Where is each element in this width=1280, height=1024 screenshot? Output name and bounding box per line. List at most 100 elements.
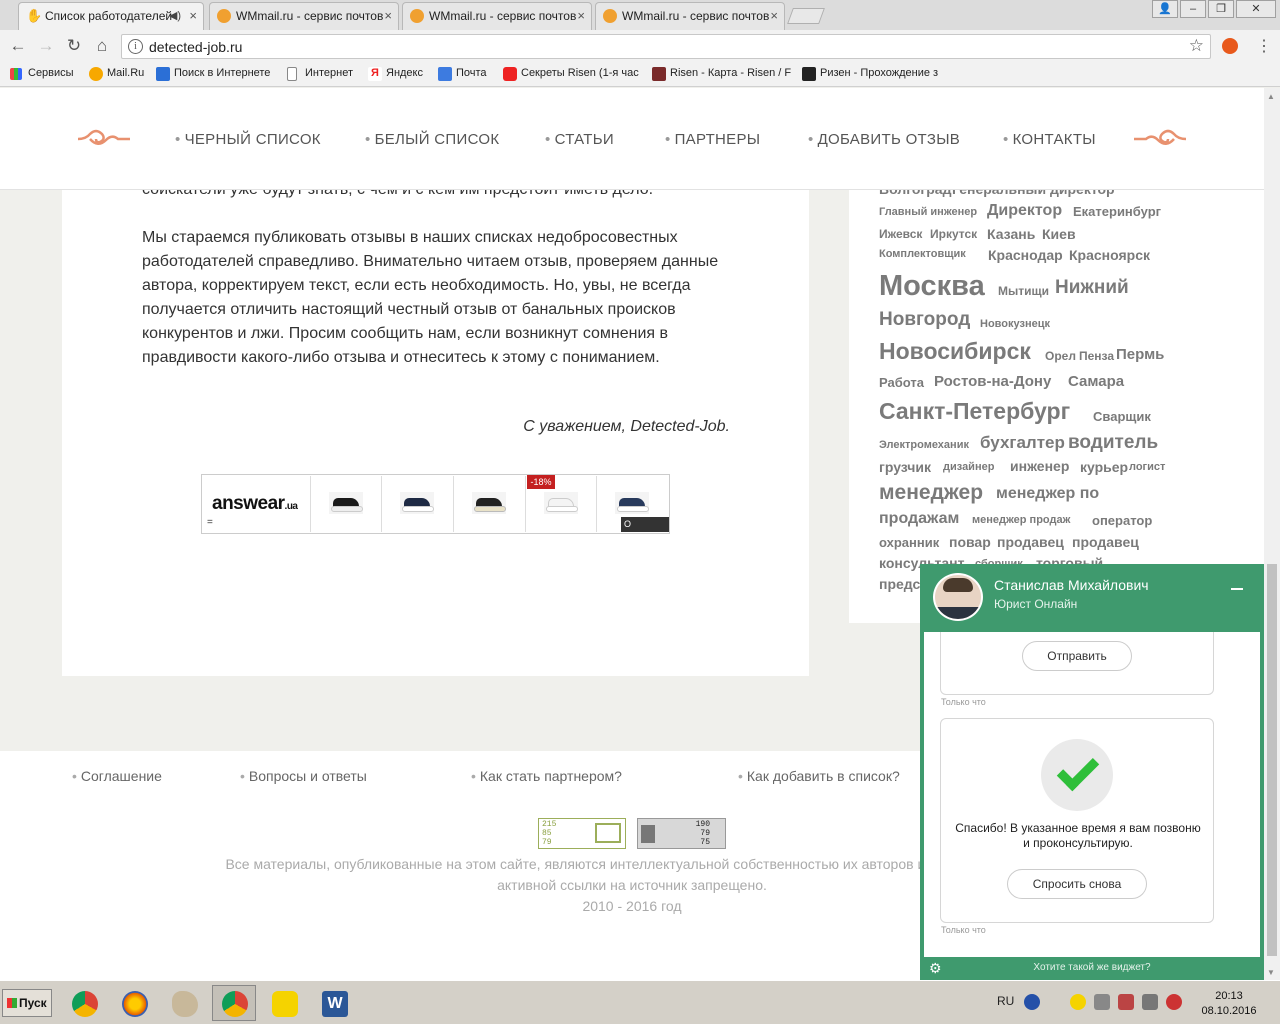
ad-product-1[interactable] — [310, 476, 380, 532]
close-window-button[interactable]: ✕ — [1236, 0, 1276, 18]
tag[interactable]: Иркутск — [930, 227, 977, 241]
ad-product-3[interactable] — [453, 476, 523, 532]
minimize-window-button[interactable]: – — [1180, 0, 1206, 18]
browser-tab[interactable]: WMmail.ru - сервис почтов × — [595, 2, 785, 30]
chrome-active-taskbar-button[interactable] — [212, 985, 256, 1021]
send-button[interactable]: Отправить — [1022, 641, 1132, 671]
ghost-tray-icon[interactable] — [1070, 994, 1086, 1010]
nav-white-list[interactable]: • БЕЛЫЙ СПИСОК — [365, 131, 499, 148]
network-icon[interactable] — [1118, 994, 1134, 1010]
nav-black-list[interactable]: • ЧЕРНЫЙ СПИСОК — [175, 131, 321, 148]
tag[interactable]: менеджер — [879, 481, 983, 505]
tag[interactable]: Москва — [879, 270, 985, 303]
security-icon[interactable] — [1166, 994, 1182, 1010]
bookmark-risen-walkthrough[interactable]: Ризен - Прохождение з — [802, 67, 938, 81]
page-scrollbar[interactable]: ▲ ▼ — [1264, 88, 1280, 980]
tag[interactable]: Комплектовщик — [879, 248, 966, 260]
bookmark-risen-map[interactable]: Risen - Карта - Risen / F — [652, 67, 791, 81]
tag[interactable]: Директор — [987, 202, 1062, 220]
tag[interactable]: инженер — [1010, 458, 1069, 474]
tag[interactable]: Самара — [1068, 373, 1124, 390]
footer-link-agreement[interactable]: • Соглашение — [72, 768, 162, 784]
liveinternet-counter[interactable]: 215 85 79 — [538, 818, 626, 849]
firefox-taskbar-button[interactable] — [112, 985, 156, 1021]
nav-articles[interactable]: • СТАТЬИ — [545, 131, 614, 148]
answear-ad-banner[interactable]: answear.ua = -18% О ФИРМЕ — [201, 474, 670, 544]
tag[interactable]: Ростов-на-Дону — [934, 373, 1051, 390]
info-icon[interactable]: i — [128, 39, 143, 54]
chrome-taskbar-button[interactable] — [62, 985, 106, 1021]
tag[interactable]: Электромеханик — [879, 439, 969, 451]
bookmark-search[interactable]: Поиск в Интернете — [156, 67, 270, 81]
bookmark-mailru[interactable]: Mail.Ru — [89, 67, 144, 81]
tag[interactable]: менеджер по — [996, 485, 1099, 503]
footer-link-how-to-add[interactable]: • Как добавить в список? — [738, 768, 900, 784]
back-icon[interactable]: ← — [8, 36, 28, 56]
ghost-app-taskbar-button[interactable] — [262, 985, 306, 1021]
tag[interactable]: Киев — [1042, 226, 1076, 242]
word-taskbar-button[interactable]: W — [312, 985, 356, 1021]
bookmark-star-icon[interactable]: ☆ — [1189, 36, 1204, 56]
scroll-thumb[interactable] — [1267, 564, 1277, 956]
speaker-icon[interactable]: ◀) — [169, 3, 181, 29]
tag[interactable]: Пенза — [1079, 349, 1114, 363]
bookmark-internet[interactable]: Интернет — [287, 67, 353, 81]
tag[interactable]: Новокузнецк — [980, 318, 1050, 330]
tag[interactable]: менеджер продаж — [972, 514, 1070, 526]
tag[interactable]: Ижевск — [879, 227, 922, 241]
ad-product-2[interactable] — [381, 476, 451, 532]
bookmark-risen-secrets[interactable]: Секреты Risen (1-я час — [503, 67, 639, 81]
display-icon[interactable] — [1142, 994, 1158, 1010]
tag[interactable]: Екатеринбург — [1073, 204, 1161, 219]
nav-partners[interactable]: • ПАРТНЕРЫ — [665, 131, 760, 148]
user-icon[interactable]: 👤 — [1152, 0, 1178, 18]
widget-promo-link[interactable]: Хотите такой же виджет? — [920, 962, 1264, 973]
bookmark-services[interactable]: Сервисы — [10, 67, 74, 80]
address-bar[interactable]: i detected-job.ru ☆ — [121, 34, 1211, 59]
tag[interactable]: продавец — [997, 534, 1064, 550]
about-company-label[interactable]: О ФИРМЕ — [621, 517, 669, 544]
extension-icon[interactable] — [1222, 38, 1238, 54]
tag[interactable]: Краснодар — [988, 247, 1063, 263]
tag[interactable]: повар — [949, 534, 991, 550]
tag[interactable]: водитель — [1068, 432, 1158, 454]
tag[interactable]: грузчик — [879, 459, 931, 475]
reload-icon[interactable]: ↻ — [64, 36, 84, 56]
scroll-up-icon[interactable]: ▲ — [1267, 92, 1275, 101]
system-clock[interactable]: 20:13 08.10.2016 — [1196, 989, 1262, 1019]
answear-logo[interactable]: answear.ua — [212, 493, 298, 515]
tag[interactable]: продажам — [879, 510, 959, 528]
tag[interactable]: продавец — [1072, 534, 1139, 550]
browser-tab[interactable]: WMmail.ru - сервис почтов × — [209, 2, 399, 30]
tag[interactable]: Новгород — [879, 309, 970, 331]
tag[interactable]: Главный инженер — [879, 206, 977, 218]
tag[interactable]: охранник — [879, 535, 939, 550]
tag[interactable]: Новосибирск — [879, 338, 1031, 365]
footer-link-become-partner[interactable]: • Как стать партнером? — [471, 768, 622, 784]
footer-link-faq[interactable]: • Вопросы и ответы — [240, 768, 367, 784]
forward-icon[interactable]: → — [36, 36, 56, 56]
tag[interactable]: Красноярск — [1069, 247, 1150, 263]
nav-add-review[interactable]: • ДОБАВИТЬ ОТЗЫВ — [808, 131, 960, 148]
paint-taskbar-button[interactable] — [162, 985, 206, 1021]
tag[interactable]: Орел — [1045, 349, 1076, 363]
tag[interactable]: бухгалтер — [980, 433, 1065, 453]
bookmark-mail[interactable]: Почта — [438, 67, 487, 81]
tag[interactable]: Санкт-Петербург — [879, 398, 1070, 425]
close-icon[interactable]: × — [384, 3, 392, 29]
tag[interactable]: Сварщик — [1093, 409, 1151, 424]
tag[interactable]: Нижний — [1055, 277, 1129, 299]
tag[interactable]: Пермь — [1116, 346, 1164, 363]
tag[interactable]: Мытищи — [998, 284, 1049, 298]
language-indicator[interactable]: RU — [997, 994, 1014, 1008]
tag[interactable]: курьер — [1080, 459, 1128, 475]
ask-again-button[interactable]: Спросить снова — [1007, 869, 1147, 899]
home-icon[interactable]: ⌂ — [92, 36, 112, 56]
close-icon[interactable]: × — [770, 3, 778, 29]
menu-icon[interactable]: ⋮ — [1256, 36, 1272, 56]
scroll-down-icon[interactable]: ▼ — [1267, 968, 1275, 977]
tag[interactable]: логист — [1129, 461, 1165, 473]
tag[interactable]: предс — [879, 576, 920, 592]
start-button[interactable]: Пуск — [2, 989, 52, 1017]
rambler-counter[interactable]: 190 79 75 — [637, 818, 726, 849]
